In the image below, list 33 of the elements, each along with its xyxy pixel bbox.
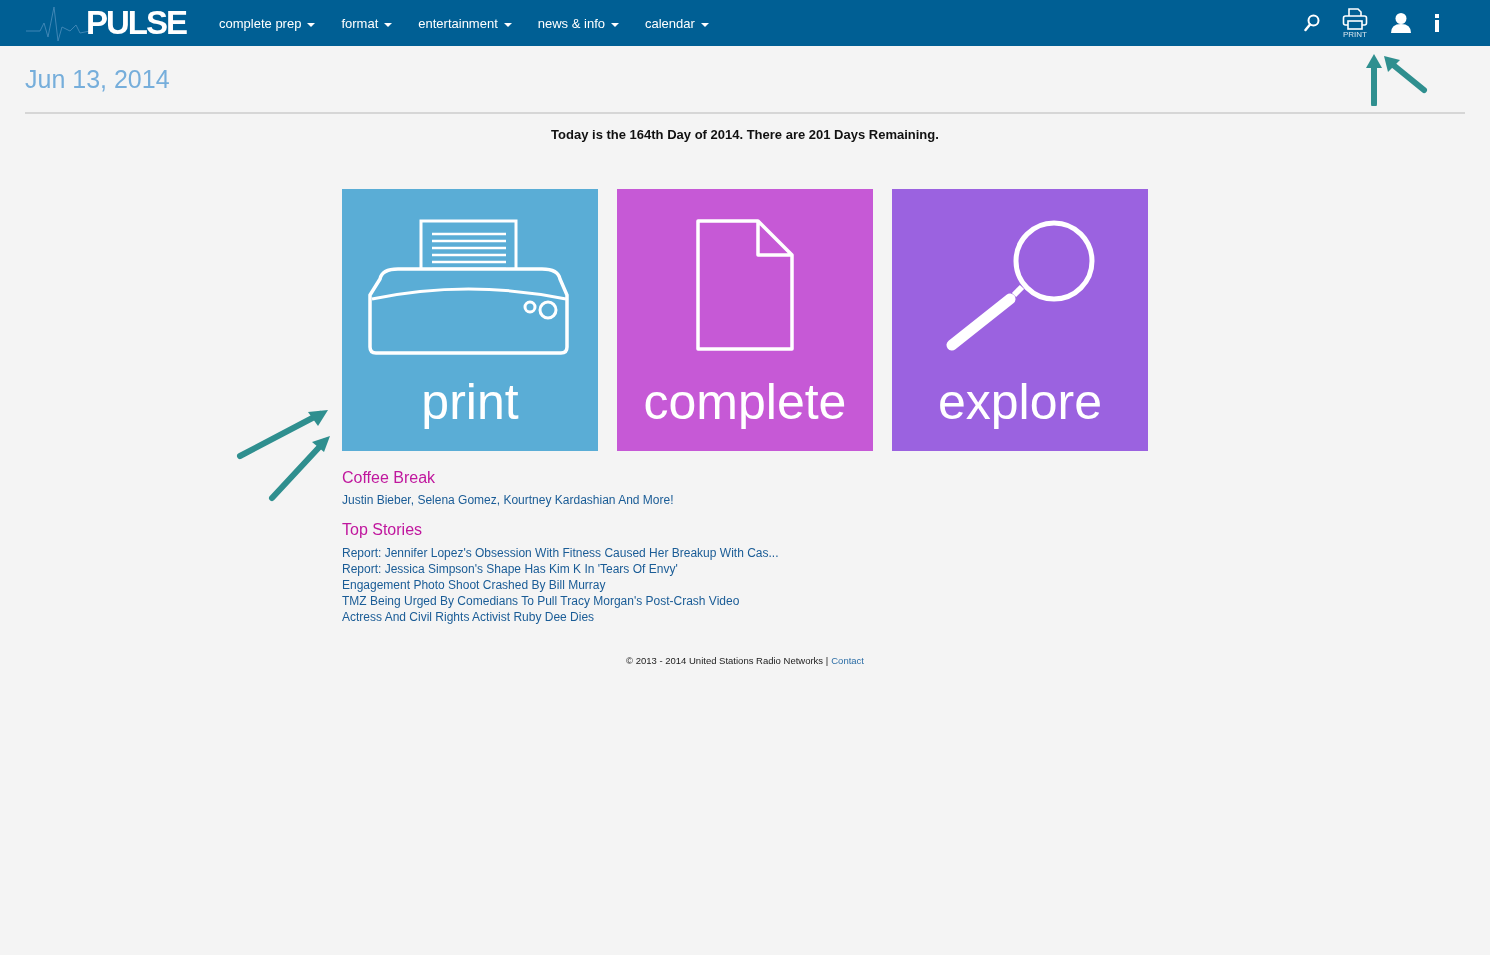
nav-menu[interactable]: format [328, 15, 406, 31]
contact-link[interactable]: Contact [831, 655, 864, 666]
search-icon[interactable] [1304, 14, 1320, 32]
caret-icon [384, 22, 393, 27]
printer-icon [1342, 7, 1368, 30]
nav-menu[interactable]: calendar [631, 15, 722, 31]
story-link[interactable]: Engagement Photo Shoot Crashed By Bill Murray [342, 577, 1148, 593]
info-icon[interactable] [1434, 14, 1440, 32]
story-link[interactable]: Actress And Civil Rights Activist Ruby Dee Dies [342, 609, 1148, 625]
print-button[interactable]: PRINT [1342, 7, 1368, 39]
document-icon [696, 219, 794, 351]
tile-link[interactable]: complete [617, 189, 873, 451]
user-icon[interactable] [1390, 13, 1412, 33]
coffee-break-link[interactable]: Justin Bieber, Selena Gomez, Kourtney Kardashian And More! [342, 493, 1148, 507]
pulse-logo[interactable]: PULSE [86, 4, 189, 42]
caret-icon [307, 22, 316, 27]
page-date: Jun 13, 2014 [25, 64, 170, 94]
caret-icon [610, 22, 619, 27]
story-link[interactable]: TMZ Being Urged By Comedians To Pull Tracy Morgan's Post-Crash Video [342, 593, 1148, 609]
magnifier-icon [944, 219, 1096, 351]
printer-icon [368, 219, 572, 355]
tile-link[interactable]: explore [892, 189, 1148, 451]
nav-menu[interactable]: complete prep [206, 15, 329, 31]
copyright-text: © 2013 - 2014 United Stations Radio Networks | [626, 655, 829, 666]
section-heading: Top Stories [342, 521, 424, 539]
story-link[interactable]: Report: Jennifer Lopez's Obsession With Fitness Caused Her Breakup With Cas... [342, 545, 1148, 561]
story-link[interactable]: Report: Jessica Simpson's Shape Has Kim K In 'Tears Of Envy' [342, 561, 1148, 577]
nav-menu[interactable]: entertainment [405, 15, 525, 31]
section-heading: Coffee Break [342, 469, 437, 487]
day-count-note: Today is the 164th Day of 2014. There are 201 Days Remaining. [550, 127, 940, 142]
nav-menu[interactable]: news & info [524, 15, 632, 31]
caret-icon [700, 22, 709, 27]
caret-icon [503, 22, 512, 27]
